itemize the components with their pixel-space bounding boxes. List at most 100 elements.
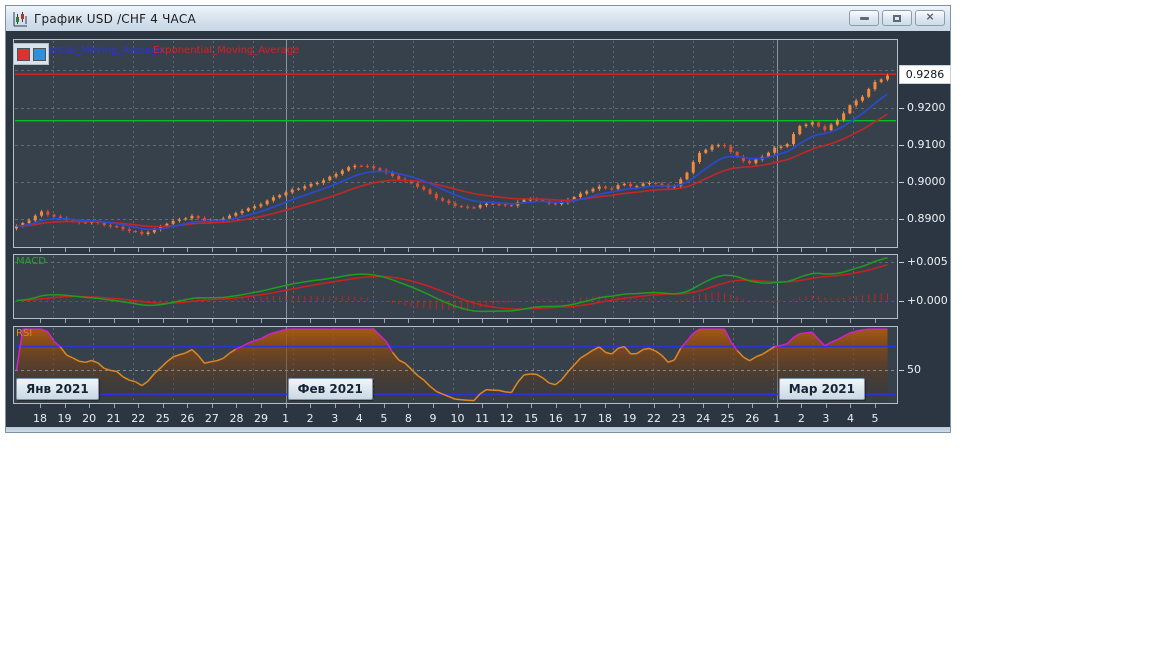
time-axis-label: 29 <box>254 412 269 425</box>
x-axis-tick <box>850 404 852 408</box>
x-axis-tick <box>113 248 115 252</box>
x-axis-tick <box>482 319 484 323</box>
time-axis-label: 19 <box>622 412 637 425</box>
window-title: График USD /CHF 4 ЧАСА <box>34 11 196 26</box>
x-axis-tick <box>875 319 877 323</box>
macd-chart-canvas[interactable] <box>13 254 898 319</box>
x-axis-tick <box>604 404 606 408</box>
y-axis-tick <box>899 107 904 109</box>
x-axis-tick <box>285 404 287 408</box>
time-axis-label: 2 <box>306 412 314 425</box>
x-axis-tick <box>555 404 557 408</box>
price-axis-label: 0.8900 <box>907 212 946 226</box>
rsi-chart-canvas[interactable] <box>13 326 898 404</box>
x-axis-tick <box>555 248 557 252</box>
x-axis-tick <box>875 404 877 408</box>
y-axis-tick <box>899 261 904 263</box>
time-axis-label: 27 <box>204 412 219 425</box>
x-axis-tick <box>89 319 91 323</box>
x-axis-tick <box>187 319 189 323</box>
x-axis-tick <box>506 404 508 408</box>
time-axis-label: 20 <box>82 412 97 425</box>
x-axis-tick <box>531 319 533 323</box>
maximize-button[interactable] <box>882 10 912 26</box>
minimize-icon <box>859 16 869 20</box>
x-axis-tick <box>801 404 803 408</box>
x-axis-tick <box>506 319 508 323</box>
time-axis-label: 12 <box>499 412 514 425</box>
macd-panel-label: MACD <box>16 256 46 267</box>
x-axis-tick <box>334 248 336 252</box>
price-chart-canvas[interactable] <box>13 39 898 248</box>
x-axis-tick <box>604 319 606 323</box>
x-axis-tick <box>727 319 729 323</box>
x-axis-tick <box>64 404 66 408</box>
x-axis-tick <box>40 404 41 408</box>
x-axis-tick <box>211 404 213 408</box>
time-axis-label: 21 <box>106 412 121 425</box>
x-axis-tick <box>654 248 655 252</box>
x-axis-tick <box>40 248 41 252</box>
time-axis-label: 19 <box>57 412 72 425</box>
x-axis-tick <box>580 248 582 252</box>
maximize-icon <box>893 14 901 22</box>
y-axis-tick <box>899 144 904 146</box>
x-axis-tick <box>801 319 803 323</box>
x-axis-tick <box>64 248 66 252</box>
x-axis-tick <box>359 319 361 323</box>
time-axis-label: 10 <box>450 412 465 425</box>
close-icon: × <box>926 9 934 24</box>
x-axis-tick <box>727 248 729 252</box>
time-axis-label: 23 <box>671 412 686 425</box>
x-axis-tick <box>89 248 91 252</box>
x-axis-tick <box>654 319 655 323</box>
x-axis-tick <box>432 404 434 408</box>
chart-window: График USD /CHF 4 ЧАСА × Exponential_Mov… <box>5 5 951 433</box>
x-axis-tick <box>138 404 140 408</box>
x-axis-tick <box>506 248 508 252</box>
close-button[interactable]: × <box>915 10 945 26</box>
x-axis-tick <box>457 319 459 323</box>
time-axis-label: 18 <box>597 412 612 425</box>
time-axis-label: 24 <box>696 412 711 425</box>
minimize-button[interactable] <box>849 10 879 26</box>
x-axis-tick <box>261 404 263 408</box>
time-axis-label: 1 <box>282 412 290 425</box>
window-titlebar[interactable]: График USD /CHF 4 ЧАСА × <box>6 6 950 32</box>
x-axis-tick <box>727 404 729 408</box>
legend-ema-red-label: Exponential_Moving_Average <box>153 45 300 56</box>
candlestick-chart-icon <box>13 11 27 26</box>
x-axis-tick <box>432 319 434 323</box>
x-axis-tick <box>703 248 705 252</box>
x-axis-tick <box>187 248 189 252</box>
x-axis-tick <box>310 248 312 252</box>
x-axis-tick <box>752 404 754 408</box>
x-axis-tick <box>359 248 361 252</box>
time-axis-label: 15 <box>524 412 539 425</box>
x-axis-tick <box>383 319 385 323</box>
y-axis-tick <box>899 370 904 372</box>
month-marker-box: Мар 2021 <box>778 378 866 400</box>
x-axis-tick <box>531 404 533 408</box>
x-axis-tick <box>236 248 238 252</box>
time-axis-label: 4 <box>355 412 363 425</box>
time-axis-label: 16 <box>548 412 563 425</box>
x-axis-tick <box>752 319 754 323</box>
x-axis-tick <box>776 404 778 408</box>
x-axis-tick <box>850 248 852 252</box>
x-axis-tick <box>359 404 361 408</box>
price-axis-label: 0.9100 <box>907 137 946 151</box>
x-axis-tick <box>285 319 287 323</box>
x-axis-tick <box>776 319 778 323</box>
time-axis-label: 5 <box>380 412 388 425</box>
time-axis-label: 17 <box>573 412 588 425</box>
x-axis-tick <box>776 248 778 252</box>
x-axis-tick <box>162 319 164 323</box>
window-bottom-border <box>6 427 950 432</box>
x-axis-tick <box>408 319 410 323</box>
time-axis-label: 8 <box>404 412 412 425</box>
x-axis-tick <box>408 248 410 252</box>
x-axis-tick <box>531 248 533 252</box>
x-axis-tick <box>457 248 459 252</box>
legend-blue-swatch-icon <box>32 47 46 61</box>
